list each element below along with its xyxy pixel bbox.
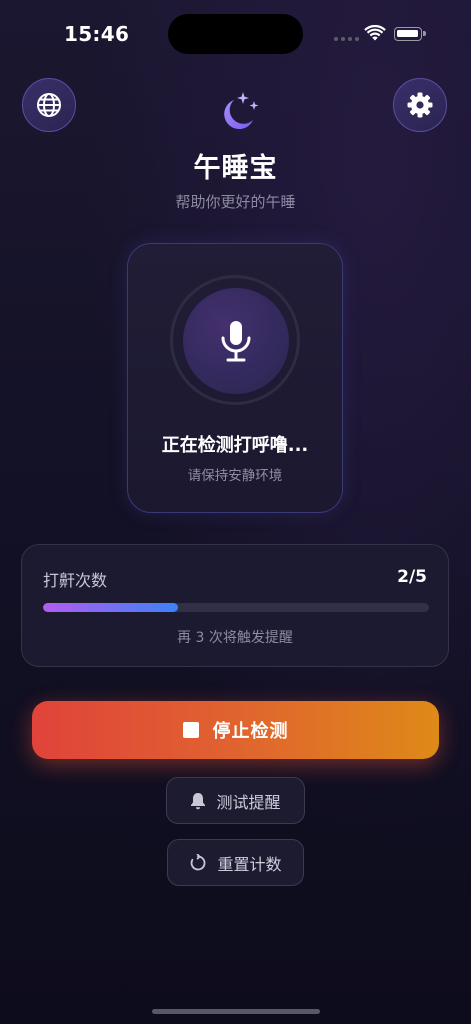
test-alert-button[interactable]: 测试提醒 xyxy=(166,777,305,824)
test-alert-label: 测试提醒 xyxy=(216,792,281,812)
stop-detection-label: 停止检测 xyxy=(212,721,289,742)
wifi-icon xyxy=(364,25,386,41)
snore-remaining-note: 再 3 次将触发提醒 xyxy=(177,630,293,646)
home-indicator[interactable] xyxy=(152,1009,320,1014)
gear-icon xyxy=(407,92,433,118)
globe-icon xyxy=(37,93,61,117)
detection-hint: 请保持安静环境 xyxy=(187,468,283,484)
cellular-signal-icon xyxy=(334,37,359,41)
status-time: 15:46 xyxy=(64,22,130,46)
stop-icon xyxy=(182,722,199,738)
snore-progress-bar xyxy=(43,603,429,612)
snore-progress-fill xyxy=(43,603,179,612)
reset-count-button[interactable]: 重置计数 xyxy=(167,839,304,886)
dynamic-island xyxy=(168,14,303,54)
microphone-button[interactable] xyxy=(183,288,289,394)
microphone-icon xyxy=(221,321,251,362)
snore-count-label: 打鼾次数 xyxy=(43,571,108,590)
language-button[interactable] xyxy=(22,78,76,132)
detection-status: 正在检测打呼噜... xyxy=(161,435,309,456)
snore-count-value: 2/5 xyxy=(397,567,427,587)
bell-icon xyxy=(191,792,206,809)
status-bar: 15:46 xyxy=(0,0,471,70)
app-subtitle: 帮助你更好的午睡 xyxy=(175,193,296,211)
battery-icon xyxy=(394,27,426,41)
stop-detection-button[interactable]: 停止检测 xyxy=(32,701,439,759)
reset-count-label: 重置计数 xyxy=(217,854,282,874)
detection-card: 正在检测打呼噜... 请保持安静环境 xyxy=(127,243,343,513)
moon-stars-icon xyxy=(224,92,259,130)
reset-icon xyxy=(191,853,206,870)
app-title: 午睡宝 xyxy=(193,153,278,184)
settings-button[interactable] xyxy=(393,78,447,132)
snore-count-card: 打鼾次数 2/5 再 3 次将触发提醒 xyxy=(21,544,449,667)
